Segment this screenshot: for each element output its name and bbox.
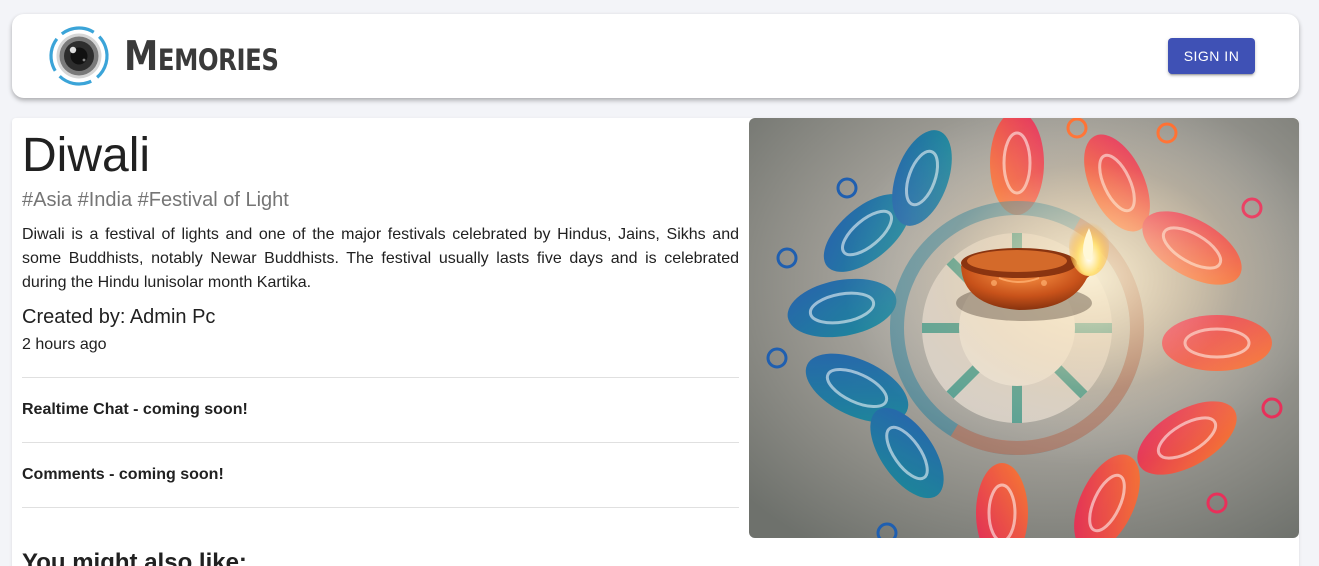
sign-in-button[interactable]: SIGN IN xyxy=(1168,38,1255,74)
divider xyxy=(22,442,739,443)
post-tags: #Asia #India #Festival of Light xyxy=(22,189,289,211)
realtime-chat-notice: Realtime Chat - coming soon! xyxy=(22,401,248,418)
post-message: Diwali is a festival of lights and one o… xyxy=(22,226,739,291)
rangoli-diya-photo xyxy=(749,118,1299,538)
brand-home-link[interactable]: Memories xyxy=(48,25,308,87)
divider xyxy=(22,507,739,508)
post-timestamp: 2 hours ago xyxy=(22,336,107,353)
post-creator: Created by: Admin Pc xyxy=(22,306,216,328)
comments-notice: Comments - coming soon! xyxy=(22,466,224,483)
app-bar: Memories SIGN IN xyxy=(12,14,1299,98)
recommended-heading: You might also like: xyxy=(22,549,247,566)
post-details-card: Diwali #Asia #India #Festival of Light D… xyxy=(12,118,1299,566)
brand-title: Memories xyxy=(124,31,279,80)
post-title: Diwali xyxy=(22,129,151,182)
camera-lens-icon xyxy=(49,26,109,86)
divider xyxy=(22,377,739,378)
post-image xyxy=(749,118,1299,538)
